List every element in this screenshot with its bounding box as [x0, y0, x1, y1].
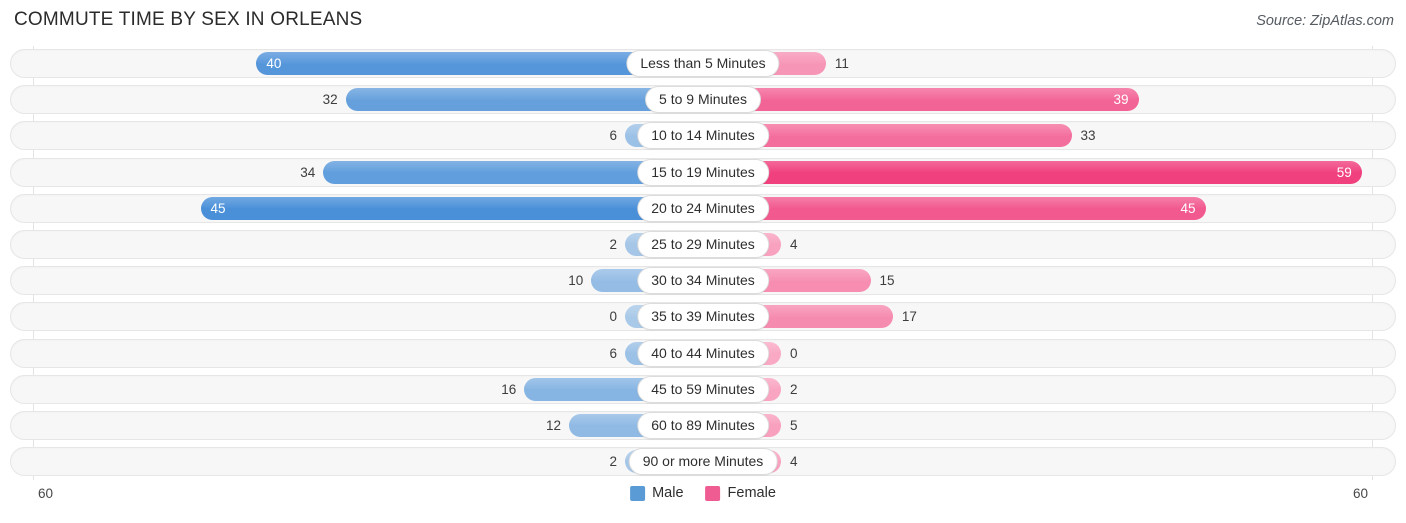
- row-bars: 10 15 30 to 34 Minutes: [0, 263, 1406, 299]
- bar-value-male: 45: [210, 200, 226, 216]
- row-bars: 16 2 45 to 59 Minutes: [0, 372, 1406, 408]
- row-bars: 12 5 60 to 89 Minutes: [0, 408, 1406, 444]
- category-label: 30 to 34 Minutes: [637, 267, 769, 295]
- category-label: 15 to 19 Minutes: [637, 158, 769, 186]
- bar-value-female: 4: [790, 454, 798, 470]
- bar-value-male: 0: [609, 309, 617, 325]
- bar-value-male: 40: [266, 56, 282, 71]
- row-bars: 40 11 Less than 5 Minutes: [0, 46, 1406, 82]
- table-row: 6 0 40 to 44 Minutes: [0, 336, 1406, 372]
- table-row: 0 17 35 to 39 Minutes: [0, 299, 1406, 335]
- bar-value-female: 39: [1113, 92, 1129, 108]
- row-bars: 0 17 35 to 39 Minutes: [0, 299, 1406, 335]
- bar-value-male: 32: [322, 92, 338, 108]
- category-label: 60 to 89 Minutes: [637, 411, 769, 439]
- table-row: 40 11 Less than 5 Minutes: [0, 46, 1406, 82]
- bar-male: [200, 196, 703, 220]
- row-bars: 34 59 15 to 19 Minutes: [0, 155, 1406, 191]
- bar-value-female: 11: [834, 56, 849, 71]
- category-label: 25 to 29 Minutes: [637, 230, 769, 258]
- category-label: 5 to 9 Minutes: [645, 86, 761, 114]
- category-label: 35 to 39 Minutes: [637, 303, 769, 331]
- bar-highlight: [703, 160, 1362, 173]
- bar-value-male: 12: [545, 417, 561, 433]
- category-label: Less than 5 Minutes: [626, 50, 780, 77]
- table-row: 6 33 10 to 14 Minutes: [0, 118, 1406, 154]
- row-bars: 6 33 10 to 14 Minutes: [0, 118, 1406, 154]
- table-row: 32 39 5 to 9 Minutes: [0, 82, 1406, 118]
- bar-value-female: 2: [790, 381, 798, 397]
- page-title: COMMUTE TIME BY SEX IN ORLEANS: [14, 9, 363, 30]
- chart-footer: 60 60 Male Female: [0, 482, 1406, 523]
- table-row: 45 45 20 to 24 Minutes: [0, 191, 1406, 227]
- bar-value-male: 10: [568, 273, 584, 289]
- bar-value-male: 16: [501, 381, 517, 397]
- bar-value-female: 4: [790, 236, 798, 252]
- bar-value-female: 45: [1180, 200, 1196, 216]
- axis-max-right: 60: [1352, 486, 1368, 501]
- bar-value-male: 6: [609, 345, 617, 361]
- bar-value-male: 6: [609, 128, 617, 144]
- table-row: 2 4 25 to 29 Minutes: [0, 227, 1406, 263]
- row-bars: 45 45 20 to 24 Minutes: [0, 191, 1406, 227]
- category-label: 10 to 14 Minutes: [637, 122, 769, 150]
- bar-highlight: [200, 196, 703, 209]
- category-label: 20 to 24 Minutes: [637, 194, 769, 222]
- chart-legend: Male Female: [630, 485, 776, 501]
- bar-value-female: 15: [879, 273, 895, 289]
- row-bars: 2 4 25 to 29 Minutes: [0, 227, 1406, 263]
- axis-max-left: 60: [38, 486, 54, 501]
- table-row: 2 4 90 or more Minutes: [0, 444, 1406, 480]
- source-attribution: Source: ZipAtlas.com: [1256, 13, 1394, 29]
- bar-highlight: [703, 88, 1139, 100]
- row-bars: 2 4 90 or more Minutes: [0, 444, 1406, 480]
- legend-label: Male: [652, 485, 684, 501]
- category-label: 90 or more Minutes: [628, 448, 778, 476]
- bar-female: [703, 160, 1362, 184]
- chart-plot-area: 40 11 Less than 5 Minutes 32 39 5 to 9 Minute…: [0, 46, 1406, 480]
- table-row: 34 59 15 to 19 Minutes: [0, 155, 1406, 191]
- bar-value-male: 2: [609, 454, 617, 470]
- legend-item-male[interactable]: Male: [630, 485, 684, 501]
- bar-value-male: 34: [300, 164, 316, 180]
- legend-label: Female: [727, 485, 776, 501]
- bar-value-female: 5: [790, 417, 798, 433]
- row-bars: 6 0 40 to 44 Minutes: [0, 336, 1406, 372]
- bar-rows: 40 11 Less than 5 Minutes 32 39 5 to 9 Minute…: [0, 46, 1406, 480]
- bar-value-female: 0: [790, 345, 798, 361]
- legend-swatch-icon: [705, 485, 721, 501]
- table-row: 10 15 30 to 34 Minutes: [0, 263, 1406, 299]
- bar-female: [703, 196, 1206, 220]
- chart-page: COMMUTE TIME BY SEX IN ORLEANS Source: Z…: [0, 0, 1406, 523]
- bar-value-male: 2: [609, 236, 617, 252]
- category-label: 40 to 44 Minutes: [637, 339, 769, 367]
- bar-value-female: 59: [1336, 164, 1352, 180]
- row-bars: 32 39 5 to 9 Minutes: [0, 82, 1406, 118]
- legend-swatch-icon: [630, 485, 646, 501]
- legend-item-female[interactable]: Female: [705, 485, 776, 501]
- table-row: 16 2 45 to 59 Minutes: [0, 372, 1406, 408]
- bar-female: [703, 88, 1139, 112]
- bar-value-female: 33: [1080, 128, 1096, 144]
- category-label: 45 to 59 Minutes: [637, 375, 769, 403]
- bar-value-female: 17: [901, 309, 917, 325]
- bar-highlight: [703, 196, 1206, 209]
- table-row: 12 5 60 to 89 Minutes: [0, 408, 1406, 444]
- chart-header: COMMUTE TIME BY SEX IN ORLEANS Source: Z…: [0, 0, 1406, 44]
